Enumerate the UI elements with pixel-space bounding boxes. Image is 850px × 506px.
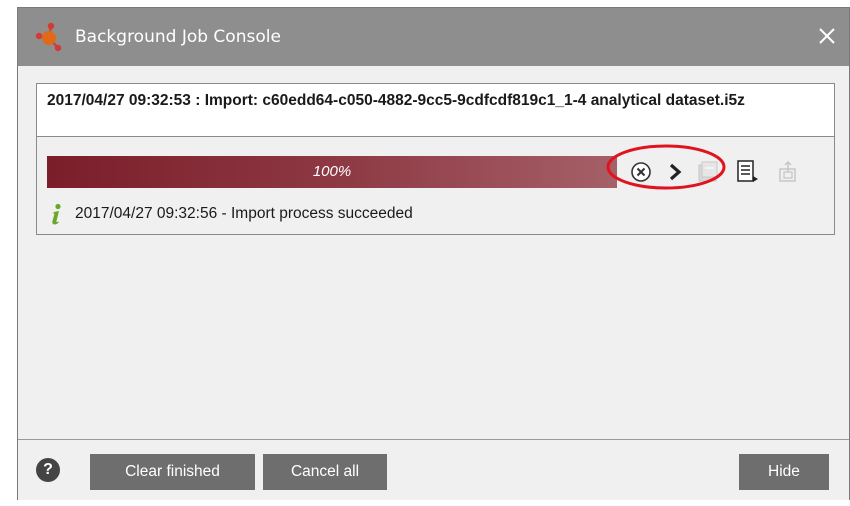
chevron-right-icon	[669, 163, 682, 181]
job-title: 2017/04/27 09:32:53 : Import: c60edd64-c…	[47, 92, 745, 109]
progress-label: 100%	[312, 163, 352, 180]
cancel-job-button[interactable]	[625, 156, 657, 188]
title-bar[interactable]: Background Job Console	[18, 8, 849, 66]
window-title: Background Job Console	[75, 27, 281, 47]
clear-finished-button[interactable]: Clear finished	[90, 454, 255, 490]
job-item: 2017/04/27 09:32:53 : Import: c60edd64-c…	[36, 83, 835, 235]
hide-button[interactable]: Hide	[739, 454, 829, 490]
export-button[interactable]	[772, 156, 804, 188]
help-icon[interactable]: ?	[36, 458, 60, 482]
job-header: 2017/04/27 09:32:53 : Import: c60edd64-c…	[37, 84, 834, 137]
expand-details-button[interactable]	[659, 156, 691, 188]
cancel-circle-icon	[631, 162, 651, 182]
progress-bar: 100%	[47, 156, 617, 188]
background-job-console-window: Background Job Console 2017/04/27 09:32:…	[18, 8, 849, 500]
log-file-icon	[737, 160, 758, 182]
job-status: 2017/04/27 09:32:56 - Import process suc…	[49, 199, 413, 229]
app-logo-icon	[35, 22, 62, 52]
footer-bar: ? Clear finished Cancel all Hide	[18, 439, 849, 500]
console-window-icon	[698, 161, 718, 182]
job-list: 2017/04/27 09:32:53 : Import: c60edd64-c…	[18, 66, 849, 439]
export-icon	[779, 161, 796, 182]
close-icon[interactable]	[813, 22, 841, 50]
info-icon	[52, 203, 61, 225]
status-message: 2017/04/27 09:32:56 - Import process suc…	[75, 205, 413, 222]
show-log-button[interactable]	[731, 156, 763, 188]
show-console-button[interactable]	[692, 156, 724, 188]
cancel-all-button[interactable]: Cancel all	[263, 454, 387, 490]
